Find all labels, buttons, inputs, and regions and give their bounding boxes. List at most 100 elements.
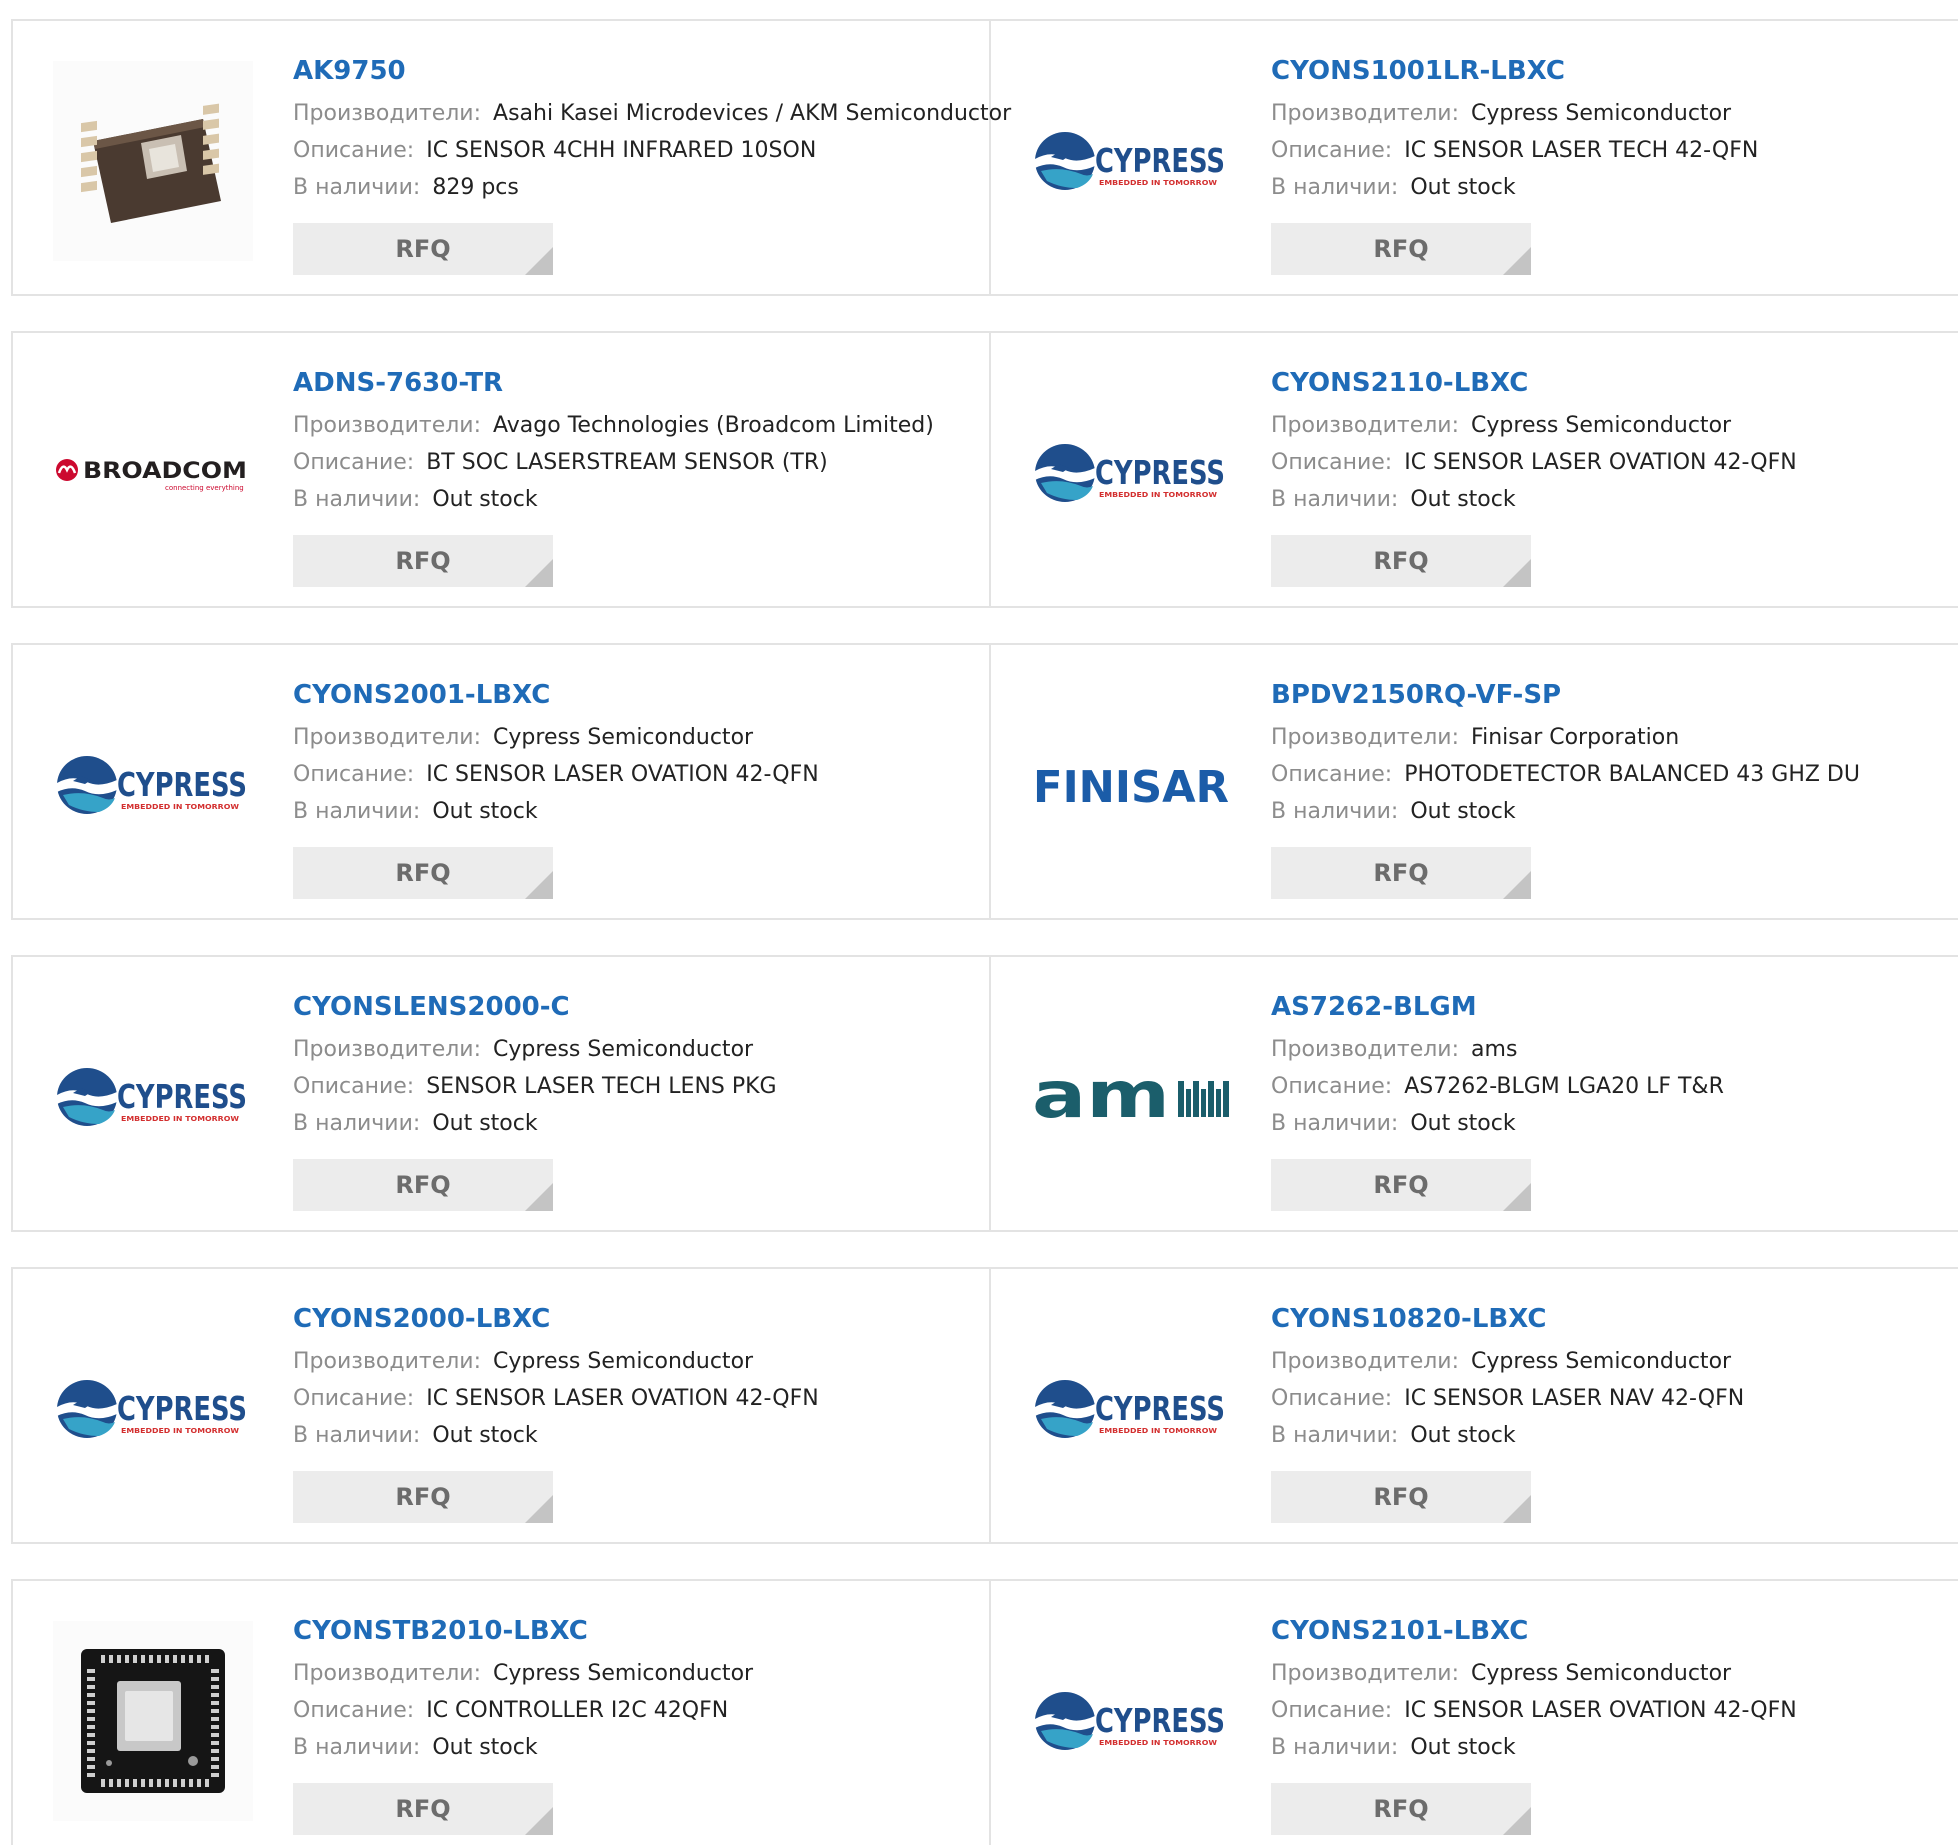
product-image[interactable]: CYPRESS EMBEDDED IN TOMORROW [1031, 373, 1231, 573]
rfq-button[interactable]: RFQ [293, 535, 553, 587]
svg-text:EMBEDDED IN TOMORROW: EMBEDDED IN TOMORROW [1099, 1427, 1217, 1435]
rfq-label: RFQ [395, 547, 451, 575]
product-image[interactable]: CYPRESS EMBEDDED IN TOMORROW [1031, 1621, 1231, 1821]
part-number-link[interactable]: CYONS2101-LBXC [1271, 1611, 1958, 1651]
rfq-label: RFQ [1373, 235, 1429, 263]
manufacturer-line: Производители: Asahi Kasei Microdevices /… [293, 95, 1011, 132]
stock-label: В наличии: [1271, 1111, 1399, 1136]
broadcom-logo: BROADCOM connecting everything [56, 459, 247, 492]
cypress-logo: CYPRESS EMBEDDED IN TOMORROW [1035, 444, 1225, 502]
stock-label: В наличии: [1271, 175, 1399, 200]
rfq-button[interactable]: RFQ [293, 1783, 553, 1835]
svg-text:EMBEDDED IN TOMORROW: EMBEDDED IN TOMORROW [121, 1427, 239, 1435]
rfq-button[interactable]: RFQ [293, 1159, 553, 1211]
product-row: BROADCOM connecting everything ADNS-7630… [11, 331, 1958, 608]
part-number-link[interactable]: CYONS10820-LBXC [1271, 1299, 1958, 1339]
rfq-label: RFQ [395, 1483, 451, 1511]
description-line: Описание: IC SENSOR LASER OVATION 42-QFN [1271, 444, 1958, 481]
part-number-link[interactable]: CYONS2000-LBXC [293, 1299, 989, 1339]
corner-triangle-icon [525, 1495, 553, 1523]
rfq-button[interactable]: RFQ [1271, 1159, 1531, 1211]
stock-line: В наличии: Out stock [293, 1417, 989, 1454]
product-image[interactable]: FINISAR [1031, 685, 1231, 885]
part-number-link[interactable]: ADNS-7630-TR [293, 363, 989, 403]
part-number-link[interactable]: AS7262-BLGM [1271, 987, 1958, 1027]
product-image[interactable]: CYPRESS EMBEDDED IN TOMORROW [53, 685, 253, 885]
product-image[interactable]: BROADCOM connecting everything [53, 373, 253, 573]
rfq-button[interactable]: RFQ [1271, 535, 1531, 587]
description-label: Описание: [1271, 1698, 1393, 1723]
product-image[interactable] [53, 1621, 253, 1821]
manufacturer-value: Cypress Semiconductor [493, 1037, 754, 1062]
cypress-logo: CYPRESS EMBEDDED IN TOMORROW [1035, 1380, 1225, 1438]
rfq-button[interactable]: RFQ [1271, 1783, 1531, 1835]
part-number-link[interactable]: BPDV2150RQ-VF-SP [1271, 675, 1958, 715]
product-image[interactable]: CYPRESS EMBEDDED IN TOMORROW [53, 997, 253, 1197]
corner-triangle-icon [525, 247, 553, 275]
corner-triangle-icon [1503, 871, 1531, 899]
description-label: Описание: [293, 450, 415, 475]
stock-line: В наличии: 829 pcs [293, 169, 989, 206]
part-number-link[interactable]: CYONS2001-LBXC [293, 675, 989, 715]
part-number-link[interactable]: CYONSLENS2000-C [293, 987, 989, 1027]
manufacturer-value: Cypress Semiconductor [1471, 413, 1732, 438]
part-number-link[interactable]: AK9750 [293, 51, 989, 91]
rfq-button[interactable]: RFQ [293, 847, 553, 899]
svg-text:EMBEDDED IN TOMORROW: EMBEDDED IN TOMORROW [121, 1115, 239, 1123]
rfq-button[interactable]: RFQ [1271, 847, 1531, 899]
stock-value: Out stock [1410, 487, 1516, 512]
description-label: Описание: [1271, 1386, 1393, 1411]
product-card: am AS7262-BLGM Производители: ams Описани… [991, 957, 1958, 1230]
rfq-button[interactable]: RFQ [1271, 1471, 1531, 1523]
product-row: CYPRESS EMBEDDED IN TOMORROW CYONSLENS20… [11, 955, 1958, 1232]
manufacturer-label: Производители: [293, 1661, 482, 1686]
manufacturer-value: ams [1471, 1037, 1518, 1062]
rfq-button[interactable]: RFQ [293, 223, 553, 275]
manufacturer-line: Производители: Cypress Semiconductor [1271, 95, 1958, 132]
rfq-button[interactable]: RFQ [1271, 223, 1531, 275]
product-image[interactable]: CYPRESS EMBEDDED IN TOMORROW [1031, 1309, 1231, 1509]
description-label: Описание: [1271, 450, 1393, 475]
description-label: Описание: [293, 1074, 415, 1099]
manufacturer-value: Cypress Semiconductor [1471, 1661, 1732, 1686]
description-value: IC SENSOR LASER OVATION 42-QFN [426, 762, 819, 787]
rfq-label: RFQ [1373, 1483, 1429, 1511]
manufacturer-value: Finisar Corporation [1471, 725, 1680, 750]
stock-label: В наличии: [1271, 1423, 1399, 1448]
product-card: CYONSTB2010-LBXC Производители: Cypress S… [13, 1581, 991, 1845]
product-image[interactable]: CYPRESS EMBEDDED IN TOMORROW [53, 1309, 253, 1509]
stock-value: Out stock [1410, 1111, 1516, 1136]
cypress-logo: CYPRESS EMBEDDED IN TOMORROW [1035, 1692, 1225, 1750]
product-row: CYPRESS EMBEDDED IN TOMORROW CYONS2000-L… [11, 1267, 1958, 1544]
part-number-link[interactable]: CYONSTB2010-LBXC [293, 1611, 989, 1651]
svg-text:connecting everything: connecting everything [165, 484, 244, 492]
product-card: CYPRESS EMBEDDED IN TOMORROW CYONSLENS20… [13, 957, 991, 1230]
product-image[interactable] [53, 61, 253, 261]
stock-value: Out stock [432, 1735, 538, 1760]
manufacturer-value: Cypress Semiconductor [1471, 101, 1732, 126]
part-number-link[interactable]: CYONS2110-LBXC [1271, 363, 1958, 403]
stock-line: В наличии: Out stock [293, 1105, 989, 1142]
manufacturer-label: Производители: [1271, 101, 1460, 126]
product-image[interactable]: CYPRESS EMBEDDED IN TOMORROW [1031, 61, 1231, 261]
stock-label: В наличии: [293, 799, 421, 824]
sensor-chip-image [53, 61, 253, 261]
svg-text:EMBEDDED IN TOMORROW: EMBEDDED IN TOMORROW [1099, 1739, 1217, 1747]
stock-label: В наличии: [293, 487, 421, 512]
manufacturer-label: Производители: [1271, 725, 1460, 750]
stock-line: В наличии: Out stock [1271, 1417, 1958, 1454]
stock-line: В наличии: Out stock [1271, 793, 1958, 830]
cypress-logo: CYPRESS EMBEDDED IN TOMORROW [1035, 132, 1225, 190]
part-number-link[interactable]: CYONS1001LR-LBXC [1271, 51, 1958, 91]
description-line: Описание: IC CONTROLLER I2C 42QFN [293, 1692, 989, 1729]
ams-logo: am [1032, 1067, 1229, 1127]
svg-text:CYPRESS: CYPRESS [1095, 141, 1225, 180]
rfq-button[interactable]: RFQ [293, 1471, 553, 1523]
manufacturer-value: Cypress Semiconductor [493, 1349, 754, 1374]
product-image[interactable]: am [1031, 997, 1231, 1197]
description-line: Описание: PHOTODETECTOR BALANCED 43 GHZ D… [1271, 756, 1958, 793]
description-line: Описание: IC SENSOR LASER NAV 42-QFN [1271, 1380, 1958, 1417]
description-value: PHOTODETECTOR BALANCED 43 GHZ DU [1404, 762, 1860, 787]
svg-text:CYPRESS: CYPRESS [117, 1077, 247, 1116]
corner-triangle-icon [1503, 247, 1531, 275]
